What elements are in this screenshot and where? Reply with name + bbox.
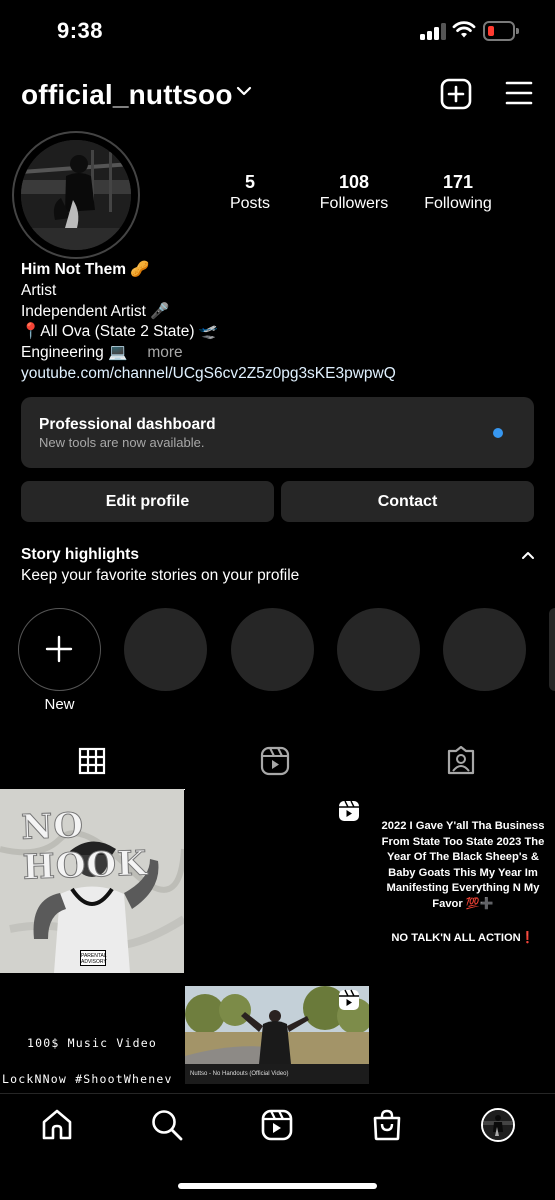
reels-icon [339, 800, 359, 821]
bio-display-name: Him Not Them 🥜 [21, 261, 150, 278]
dashboard-title: Professional dashboard [39, 416, 216, 433]
create-plus-icon[interactable] [440, 78, 472, 110]
reels-icon [339, 989, 359, 1010]
reels-icon[interactable] [260, 1108, 294, 1142]
tab-tagged[interactable] [370, 738, 555, 790]
tagged-icon [447, 746, 475, 775]
stat-following-count: 171 [442, 172, 474, 192]
profile-bio: Him Not Them 🥜 Artist Independent Artist… [21, 260, 541, 385]
battery-icon [483, 21, 519, 41]
video-caption-bar: Nuttso - No Handouts (Official Video) [185, 1064, 369, 1084]
highlight-placeholder [231, 608, 314, 691]
status-time: 9:38 [57, 18, 104, 43]
stat-posts-count: 5 [244, 172, 255, 192]
stat-following[interactable]: 171 Following [418, 172, 498, 215]
profile-avatar-ring[interactable] [12, 131, 140, 259]
post-caption-text: LockNNow #ShootWhenev [2, 1072, 173, 1086]
chevron-up-icon[interactable] [520, 549, 536, 561]
shop-icon[interactable] [370, 1108, 404, 1142]
video-still [185, 986, 369, 1064]
parental-advisory-badge: PARENTAL ADVISORY [80, 950, 107, 966]
plus-icon [45, 635, 73, 663]
new-highlight-button[interactable] [18, 608, 101, 691]
bio-line-1: Independent Artist 🎤 [21, 302, 170, 320]
profile-tabs [0, 738, 555, 790]
reels-icon [260, 746, 290, 776]
highlight-placeholder [549, 608, 555, 691]
stat-followers-count: 108 [338, 172, 370, 192]
post-caption-text: NO TALK'N ALL ACTION❗ [391, 932, 535, 944]
status-bar: 9:38 [0, 0, 555, 62]
chevron-down-icon[interactable] [235, 84, 253, 98]
highlight-placeholder [443, 608, 526, 691]
edit-profile-button[interactable]: Edit profile [21, 481, 274, 522]
new-highlight-label: New [44, 696, 75, 713]
search-icon[interactable] [150, 1108, 184, 1142]
stat-posts[interactable]: 5 Posts [221, 172, 279, 215]
bio-website-link[interactable]: youtube.com/channel/UCgS6cv2Z5z0pg3sKE3p… [21, 364, 541, 385]
post-caption-text: 100$ Music Video [27, 1036, 157, 1050]
bottom-navigation [0, 1093, 555, 1200]
stat-posts-label: Posts [229, 195, 270, 212]
profile-avatar[interactable] [481, 1108, 515, 1142]
post-thumbnail[interactable] [185, 789, 369, 973]
professional-dashboard-card[interactable]: Professional dashboard New tools are now… [21, 397, 534, 468]
dashboard-subtitle: New tools are now available. [39, 435, 205, 450]
account-username[interactable]: official_nuttsoo [21, 79, 233, 111]
bio-more-link[interactable]: more [147, 344, 182, 361]
post-thumbnail[interactable]: NO HOOK PARENTAL ADVISORY [0, 789, 184, 973]
highlight-placeholder [124, 608, 207, 691]
menu-hamburger-icon[interactable] [505, 80, 533, 106]
bio-line-3: Engineering 💻 [21, 344, 128, 362]
tab-posts-grid[interactable] [0, 738, 185, 790]
story-highlights-subtitle: Keep your favorite stories on your profi… [21, 567, 300, 584]
wifi-icon [452, 21, 476, 38]
post-caption-text: 2022 I Gave Y'all Tha Business From Stat… [381, 820, 545, 910]
profile-avatar [21, 140, 131, 250]
home-icon[interactable] [40, 1108, 74, 1142]
contact-button[interactable]: Contact [281, 481, 534, 522]
grid-icon [78, 747, 106, 775]
album-title-text: NO HOOK [20, 805, 149, 888]
tab-reels[interactable] [185, 738, 370, 790]
cellular-signal-icon [420, 22, 446, 40]
highlight-placeholder [337, 608, 420, 691]
stat-followers-label: Followers [319, 195, 389, 212]
stat-followers[interactable]: 108 Followers [314, 172, 394, 215]
home-indicator [178, 1183, 377, 1189]
posts-grid: NO HOOK PARENTAL ADVISORY 2022 I Gave Y'… [0, 789, 555, 1158]
stat-following-label: Following [424, 195, 492, 212]
profile-header: official_nuttsoo [0, 68, 555, 124]
new-indicator-dot [493, 428, 503, 438]
bio-category: Artist [21, 281, 57, 299]
post-thumbnail[interactable]: 2022 I Gave Y'all Tha Business From Stat… [370, 789, 554, 973]
bio-line-2: 📍All Ova (State 2 State) 🛫 [21, 323, 219, 341]
story-highlights-title: Story highlights [21, 546, 139, 563]
